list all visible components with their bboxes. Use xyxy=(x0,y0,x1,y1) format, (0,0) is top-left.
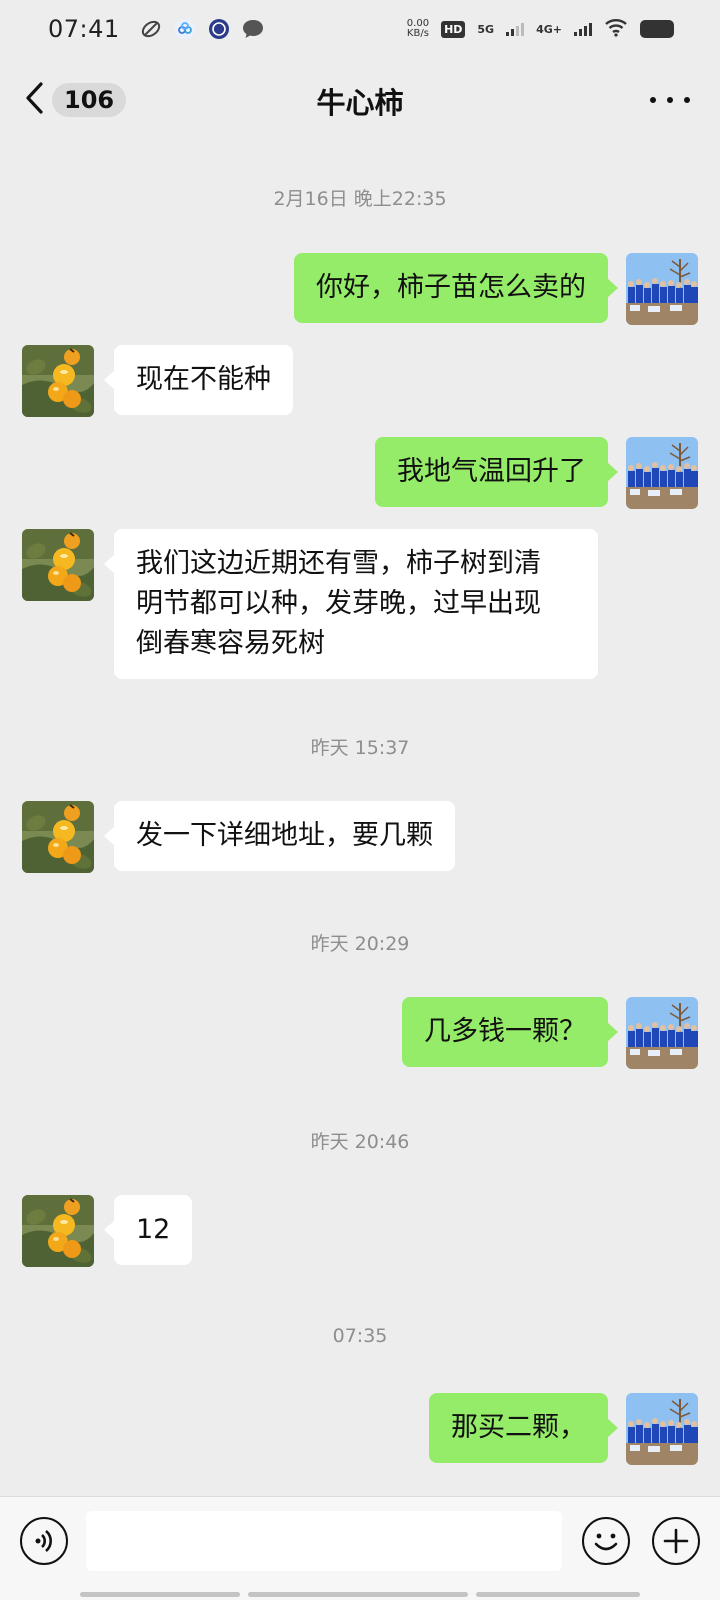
more-dot xyxy=(667,97,673,103)
more-dot xyxy=(684,97,690,103)
message-bubble-sent[interactable]: 我地气温回升了 xyxy=(375,437,618,507)
my-avatar[interactable] xyxy=(626,997,698,1069)
plus-icon xyxy=(663,1528,689,1554)
emoji-button[interactable] xyxy=(582,1517,630,1565)
status-bar: 07:41 0.00 KB/s HD 5G 4G+ xyxy=(0,0,720,58)
input-bar xyxy=(0,1496,720,1600)
message-line: 倒春寒容易死树 xyxy=(136,628,325,659)
browser-app-icon xyxy=(208,18,230,40)
contact-avatar[interactable] xyxy=(22,801,94,873)
persimmon-photo xyxy=(22,529,94,601)
message-bubble-received[interactable]: 现在不能种 xyxy=(104,345,293,415)
status-time: 07:41 xyxy=(48,15,120,43)
group-photo xyxy=(626,997,698,1069)
group-photo xyxy=(626,1393,698,1465)
battery-icon xyxy=(640,20,674,38)
cloud-app-icon xyxy=(174,18,196,40)
message-bubble-received[interactable]: 12 xyxy=(103,1195,193,1265)
more-dots-icon xyxy=(650,97,656,103)
message-bubble-sent[interactable]: 那买二颗， xyxy=(429,1393,618,1463)
timestamp: 2月16日 晚上22:35 xyxy=(273,188,447,210)
status-notification-icons xyxy=(140,18,264,40)
signal-bars-sim1-icon xyxy=(506,22,525,36)
message-bubble-received[interactable]: 我们这边近期还有雪，柿子树到清 明节都可以种，发芽晚，过早出现 倒春寒容易死树 xyxy=(104,529,598,679)
group-photo xyxy=(626,253,698,325)
more-options-button[interactable] xyxy=(650,88,690,112)
message-line: 明节都可以种，发芽晚，过早出现 xyxy=(136,588,541,619)
gesture-bar xyxy=(80,1592,240,1597)
status-right-cluster: 0.00 KB/s HD 5G 4G+ xyxy=(407,17,674,41)
contact-avatar[interactable] xyxy=(22,1195,94,1267)
message-line: 我们这边近期还有雪，柿子树到清 xyxy=(136,548,541,579)
message-bubble-sent[interactable]: 几多钱一颗？ xyxy=(402,997,618,1067)
chat-header: 106 牛心柿 xyxy=(0,58,720,142)
voice-icon xyxy=(35,1530,52,1552)
gesture-bar xyxy=(476,1592,640,1597)
message-input[interactable] xyxy=(86,1511,562,1571)
message-bubble-received[interactable]: 发一下详细地址，要几颗 xyxy=(104,801,455,871)
persimmon-photo xyxy=(22,345,94,417)
persimmon-photo xyxy=(22,801,94,873)
gesture-bar xyxy=(248,1592,468,1597)
hd-badge: HD xyxy=(441,20,466,38)
timestamp: 昨天 15:37 xyxy=(310,737,410,759)
my-avatar[interactable] xyxy=(626,437,698,509)
my-avatar[interactable] xyxy=(626,253,698,325)
chat-title: 牛心柿 xyxy=(316,86,404,120)
contact-avatar[interactable] xyxy=(22,345,94,417)
message-list[interactable]: 2月16日 晚上22:35 你好，柿子苗怎么卖的 现在不能种 我地气温回升了 我… xyxy=(0,142,720,1494)
more-functions-button[interactable] xyxy=(652,1517,700,1565)
timestamp: 07:35 xyxy=(332,1325,388,1347)
signal-bars-sim2-icon xyxy=(574,22,592,36)
voice-input-button[interactable] xyxy=(20,1517,68,1565)
contact-avatar[interactable] xyxy=(22,529,94,601)
network-speed-unit: KB/s xyxy=(406,28,429,39)
my-avatar[interactable] xyxy=(626,1393,698,1465)
persimmon-photo xyxy=(22,1195,94,1267)
timestamp: 昨天 20:29 xyxy=(310,933,410,955)
message-bubble-sent[interactable]: 你好，柿子苗怎么卖的 xyxy=(294,253,618,323)
network-speed: 0.00 KB/s xyxy=(407,19,429,39)
wifi-icon xyxy=(604,17,628,41)
sim2-network-label: 4G+ xyxy=(536,22,562,36)
emoji-icon xyxy=(594,1533,618,1551)
sim1-network-label: 5G xyxy=(477,22,495,36)
message-notification-icon xyxy=(242,18,264,40)
app-notification-icon xyxy=(140,18,162,40)
group-photo xyxy=(626,437,698,509)
timestamp: 昨天 20:46 xyxy=(310,1131,410,1153)
